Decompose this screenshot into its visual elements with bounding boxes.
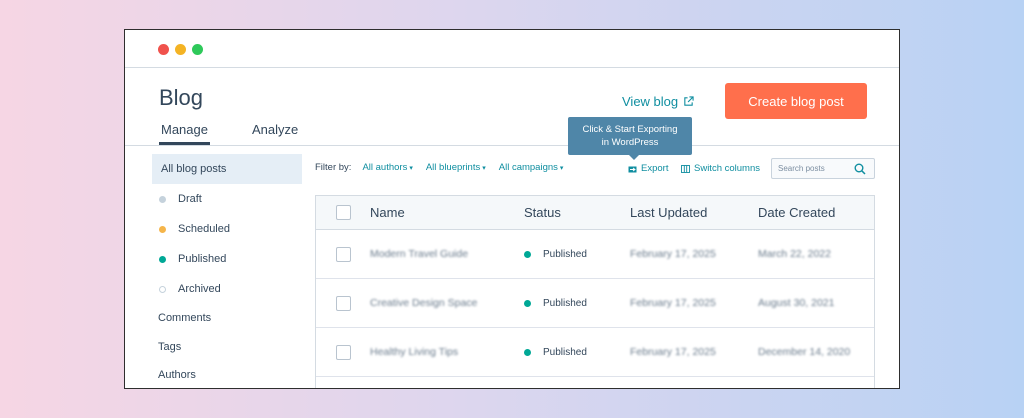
row-checkbox[interactable] [336,295,351,311]
post-status-label: Published [543,248,587,260]
published-status-dot [524,250,531,258]
window-titlebar [125,30,899,68]
tooltip-line-2: in WordPress [601,137,659,148]
table-row[interactable]: Healthy Living Tips Published February 1… [316,328,874,377]
tab-manage[interactable]: Manage [159,122,210,145]
scheduled-status-dot [159,225,166,233]
archived-status-dot [159,285,166,293]
post-date-created: August 30, 2021 [758,297,835,309]
search-box [771,158,875,179]
search-icon[interactable] [854,163,866,175]
sidebar: All blog posts Draft Scheduled Published… [152,154,302,388]
external-link-icon [684,96,694,106]
switch-columns-button[interactable]: Switch columns [681,163,760,174]
column-header-status[interactable]: Status [524,205,561,220]
published-status-dot [159,255,166,263]
post-last-updated: February 17, 2025 [630,248,716,260]
minimize-window-icon[interactable] [175,44,186,55]
column-header-date-created[interactable]: Date Created [758,205,835,220]
table-row[interactable] [316,377,874,388]
chevron-down-icon: ▾ [482,165,486,172]
table-row[interactable]: Creative Design Space Published February… [316,279,874,328]
sidebar-item-label: Authors [158,369,196,382]
page-title: Blog [159,85,204,110]
sidebar-item-scheduled[interactable]: Scheduled [152,214,302,244]
row-checkbox[interactable] [336,246,351,262]
post-last-updated: February 17, 2025 [630,297,716,309]
close-window-icon[interactable] [158,44,169,55]
filter-authors-dropdown[interactable]: All authors ▾ [362,162,412,173]
switch-columns-label: Switch columns [694,163,760,174]
post-status-label: Published [543,297,587,309]
sidebar-item-label: Published [178,253,227,265]
search-input[interactable] [778,164,848,173]
filter-label: Filter by: [315,162,352,173]
export-button[interactable]: Export [628,163,668,174]
tab-analyze[interactable]: Analyze [250,122,300,145]
post-last-updated: February 17, 2025 [630,346,716,358]
sidebar-item-archived[interactable]: Archived [152,274,302,304]
sidebar-item-published[interactable]: Published [152,244,302,274]
column-header-name[interactable]: Name [370,205,405,220]
post-status: Published [524,298,587,309]
export-icon [628,166,637,172]
post-status-label: Published [543,346,587,358]
blog-posts-table: Name Status Last Updated Date Created Mo… [315,195,875,388]
filter-blueprints-label: All blueprints [425,162,481,173]
chevron-down-icon: ▾ [409,165,413,172]
table-header: Name Status Last Updated Date Created [316,196,874,230]
sidebar-item-label: Draft [178,193,202,205]
published-status-dot [524,348,531,356]
tab-bar: Manage Analyze [159,122,300,145]
columns-icon [681,164,690,173]
column-header-last-updated[interactable]: Last Updated [630,205,707,220]
create-blog-post-button[interactable]: Create blog post [725,83,867,119]
published-status-dot [524,299,531,307]
maximize-window-icon[interactable] [192,44,203,55]
row-checkbox[interactable] [336,344,351,360]
sidebar-item-label: Comments [158,312,212,325]
post-name[interactable]: Healthy Living Tips [370,346,458,358]
post-name[interactable]: Creative Design Space [370,297,477,309]
draft-status-dot [159,195,166,203]
sidebar-item-all-blog-posts[interactable]: All blog posts [152,154,302,184]
sidebar-item-label: Archived [178,283,221,295]
filter-campaigns-label: All campaigns [498,162,558,173]
chevron-down-icon: ▾ [559,165,564,172]
post-status: Published [524,249,587,260]
sidebar-item-draft[interactable]: Draft [152,184,302,214]
sidebar-item-comments[interactable]: Comments [152,304,302,333]
select-all-checkbox[interactable] [336,205,351,220]
sidebar-item-tags[interactable]: Tags [152,333,302,362]
post-date-created: December 14, 2020 [758,346,851,358]
sidebar-item-label: All blog posts [161,163,227,175]
post-status: Published [524,347,587,358]
table-row[interactable]: Modern Travel Guide Published February 1… [316,230,874,279]
export-tooltip: Click & Start Exporting in WordPress [568,117,692,160]
tooltip-line-1: Click & Start Exporting [582,124,678,135]
post-date-created: March 22, 2022 [758,248,831,260]
post-name[interactable]: Modern Travel Guide [370,248,468,260]
filter-campaigns-dropdown[interactable]: All campaigns ▾ [499,162,564,173]
tabs-divider [125,145,899,146]
filter-authors-label: All authors [362,162,408,173]
filter-bar: Filter by: All authors ▾ All blueprints ▾ … [315,162,576,173]
view-blog-label: View blog [622,94,679,109]
app-window: Blog View blog Create blog post Manage A… [124,29,900,389]
view-blog-link[interactable]: View blog [622,94,694,109]
filter-blueprints-dropdown[interactable]: All blueprints ▾ [426,162,486,173]
sidebar-item-authors[interactable]: Authors [152,361,302,388]
sidebar-item-label: Tags [158,340,182,353]
sidebar-item-label: Scheduled [178,223,230,235]
export-label: Export [641,163,669,174]
